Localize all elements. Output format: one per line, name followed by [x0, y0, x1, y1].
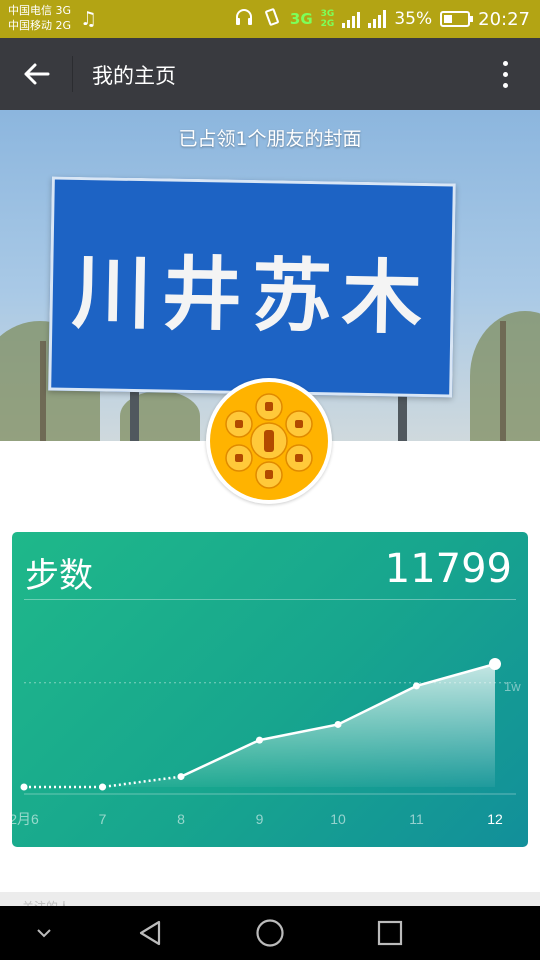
reference-line-label: 1w	[504, 679, 521, 694]
steps-chart: 1w 2月6 7 8 9 10 11 12	[12, 658, 521, 827]
signal-icon-2	[368, 10, 387, 28]
music-icon: ♫	[80, 8, 98, 30]
more-vertical-icon	[502, 60, 508, 66]
chart-point	[177, 773, 185, 781]
signal-icon	[342, 10, 361, 28]
x-tick-label: 8	[177, 811, 185, 827]
status-icons: 3G 3G 2G 35% 20:27	[234, 0, 530, 38]
recents-square-icon	[377, 920, 403, 946]
below-card-section: 关注的人	[0, 892, 540, 914]
title-divider	[72, 56, 73, 92]
x-tick-label: 12	[487, 811, 503, 827]
battery-percent: 35%	[394, 9, 433, 29]
x-tick-label: 11	[409, 811, 424, 827]
avatar[interactable]	[206, 378, 332, 504]
network-badge-small-2g: 2G	[320, 19, 335, 29]
network-badge: 3G	[290, 11, 313, 27]
chart-point	[99, 783, 106, 791]
network-badge-3g: 3G	[289, 10, 313, 28]
carrier-info: 中国电信 3G 中国移动 2G	[8, 3, 71, 33]
chart-point	[489, 658, 501, 670]
collapse-icon	[37, 929, 51, 938]
more-button[interactable]	[490, 56, 520, 92]
collapse-button[interactable]	[24, 906, 64, 960]
cover-caption: 已占领1个朋友的封面	[178, 128, 362, 150]
network-badge-secondary: 3G 2G	[321, 9, 335, 29]
avatar-image	[210, 382, 328, 500]
chart-point	[413, 682, 420, 690]
cover-tree	[40, 341, 46, 441]
vibrate-icon	[262, 7, 282, 31]
home-nav-button[interactable]	[250, 906, 290, 960]
back-button[interactable]	[18, 56, 54, 92]
back-arrow-icon	[24, 63, 50, 85]
x-tick-label: 2月6	[12, 811, 39, 827]
network-badge-small-3g: 3G	[320, 9, 335, 19]
x-tick-label: 10	[330, 811, 346, 827]
system-nav-bar	[0, 906, 540, 960]
x-tick-label: 7	[99, 811, 107, 827]
page-title: 我的主页	[92, 64, 176, 88]
road-sign: 川井苏木	[48, 176, 456, 398]
headphones-icon	[234, 8, 254, 31]
carrier-line-1: 中国电信 3G	[8, 4, 72, 17]
cover-tree	[500, 321, 506, 441]
clock: 20:27	[478, 8, 530, 30]
carrier-line-2: 中国移动 2G	[8, 19, 72, 32]
recents-nav-button[interactable]	[370, 906, 410, 960]
back-triangle-icon	[139, 920, 161, 946]
steps-card[interactable]: 步数 11799 1w 2月6 7 8 9 10 11 12	[12, 532, 528, 847]
chart-point	[334, 720, 342, 728]
x-tick-label: 9	[256, 811, 264, 827]
battery-icon	[440, 11, 474, 27]
battery-fill	[444, 15, 452, 23]
title-bar: 我的主页	[0, 38, 540, 110]
sign-text: 川井苏木	[71, 245, 433, 346]
back-nav-button[interactable]	[130, 906, 170, 960]
chart-point	[256, 736, 263, 744]
status-bar: 中国电信 3G 中国移动 2G ♫ 3G 3G 2G 35% 20:27	[0, 0, 540, 38]
home-circle-icon	[256, 919, 284, 947]
chart-point	[20, 783, 28, 791]
